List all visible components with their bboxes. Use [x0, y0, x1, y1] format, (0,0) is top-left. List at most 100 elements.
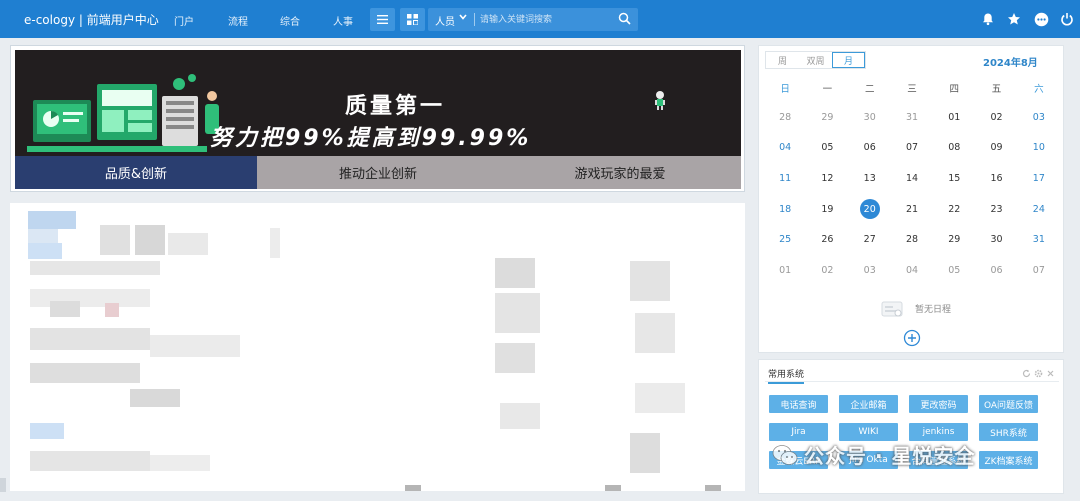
calendar-widget: 周 双周 月 2024年8月 日 一 二 三 四 五 六 28 29 30 31… [758, 45, 1064, 353]
system-button[interactable]: 电话查询 [769, 395, 828, 413]
add-event-icon[interactable] [903, 329, 921, 347]
chevron-down-icon[interactable] [459, 14, 467, 20]
favorites-button[interactable] [1006, 11, 1022, 27]
system-button[interactable]: jenkins [909, 423, 968, 441]
calendar-day[interactable]: 12 [806, 163, 848, 194]
system-button[interactable]: ZK档案系统 [979, 451, 1038, 469]
view-tab-week[interactable]: 周 [766, 52, 799, 68]
calendar-day-today[interactable]: 20 [849, 194, 891, 225]
calendar-day[interactable]: 24 [1018, 194, 1060, 225]
calendar-day[interactable]: 17 [1018, 163, 1060, 194]
nav-portal[interactable]: 门户 [174, 13, 194, 28]
notification-button[interactable] [980, 11, 996, 27]
calendar-day[interactable]: 29 [806, 102, 848, 133]
calendar-day[interactable]: 07 [891, 133, 933, 164]
calendar-day[interactable]: 04 [891, 255, 933, 286]
search-divider [474, 13, 475, 26]
calendar-day[interactable]: 22 [933, 194, 975, 225]
pixel-block [50, 301, 80, 317]
widget-tools [1022, 369, 1055, 378]
calendar-day[interactable]: 21 [891, 194, 933, 225]
calendar-day[interactable]: 01 [933, 102, 975, 133]
calendar-day[interactable]: 31 [1018, 224, 1060, 255]
calendar-day[interactable]: 03 [1018, 102, 1060, 133]
search-icon[interactable] [618, 12, 631, 25]
calendar-month-title[interactable]: 2024年8月 [983, 54, 1038, 69]
system-button[interactable]: SHR系统 [979, 423, 1038, 441]
menu-button[interactable] [370, 8, 395, 31]
pixel-block [28, 243, 62, 259]
more-button[interactable] [1033, 11, 1049, 27]
calendar-day[interactable]: 30 [975, 224, 1017, 255]
page-scrollbar[interactable] [1068, 45, 1076, 491]
banner-tab-gamers[interactable]: 游戏玩家的最爱 [499, 156, 741, 189]
calendar-day[interactable]: 02 [975, 102, 1017, 133]
calendar-day[interactable]: 05 [806, 133, 848, 164]
calendar-day[interactable]: 04 [764, 133, 806, 164]
weekday-header: 日 一 二 三 四 五 六 [764, 74, 1060, 102]
view-tab-month[interactable]: 月 [832, 52, 865, 68]
system-button[interactable]: WIKI [839, 423, 898, 441]
calendar-day[interactable]: 11 [764, 163, 806, 194]
pixel-block [30, 423, 64, 439]
system-button[interactable]: OA问题反馈 [979, 395, 1038, 413]
left-edge-handle[interactable] [0, 478, 6, 492]
refresh-icon[interactable] [1022, 369, 1031, 378]
apps-button[interactable] [400, 8, 425, 31]
title-divider [765, 381, 1059, 382]
calendar-day[interactable]: 18 [764, 194, 806, 225]
calendar-day[interactable]: 01 [764, 255, 806, 286]
power-icon [1061, 13, 1073, 26]
star-icon [1008, 13, 1020, 25]
calendar-day[interactable]: 10 [1018, 133, 1060, 164]
banner-tab-quality[interactable]: 品质&创新 [15, 156, 257, 189]
close-icon[interactable] [1046, 369, 1055, 378]
pixel-block [30, 363, 140, 383]
pixel-block [405, 485, 421, 491]
calendar-day[interactable]: 31 [891, 102, 933, 133]
calendar-day[interactable]: 23 [975, 194, 1017, 225]
app-brand[interactable]: e-cology | 前端用户中心 [24, 11, 159, 28]
system-button[interactable]: Jira [769, 423, 828, 441]
calendar-day[interactable]: 06 [849, 133, 891, 164]
calendar-day[interactable]: 16 [975, 163, 1017, 194]
calendar-day[interactable]: 28 [764, 102, 806, 133]
calendar-day[interactable]: 15 [933, 163, 975, 194]
calendar-day[interactable]: 14 [891, 163, 933, 194]
common-systems-widget: 常用系统 电话查询 企业邮箱 更改密码 OA问题反馈 Jira WIKI jen… [758, 359, 1064, 494]
calendar-day[interactable]: 07 [1018, 255, 1060, 286]
calendar-day[interactable]: 02 [806, 255, 848, 286]
nav-workflow[interactable]: 流程 [228, 13, 248, 28]
calendar-day[interactable]: 26 [806, 224, 848, 255]
pixel-block [635, 383, 685, 413]
logout-button[interactable] [1059, 11, 1075, 27]
search-category[interactable]: 人员 [435, 13, 455, 28]
calendar-day[interactable]: 25 [764, 224, 806, 255]
system-button[interactable]: 更改密码 [909, 395, 968, 413]
calendar-day[interactable]: 30 [849, 102, 891, 133]
calendar-day[interactable]: 03 [849, 255, 891, 286]
pixel-block [28, 229, 58, 243]
gear-icon[interactable] [1034, 369, 1043, 378]
calendar-day[interactable]: 27 [849, 224, 891, 255]
system-button[interactable]: 企业邮箱 [839, 395, 898, 413]
calendar-day[interactable]: 05 [933, 255, 975, 286]
calendar-day[interactable]: 06 [975, 255, 1017, 286]
banner-tab-innovation[interactable]: 推动企业创新 [257, 156, 499, 189]
view-tab-biweek[interactable]: 双周 [799, 52, 832, 68]
nav-general[interactable]: 综合 [280, 13, 300, 28]
today-marker[interactable]: 20 [859, 199, 880, 220]
pixel-block [150, 455, 210, 471]
search-input[interactable] [480, 11, 612, 28]
nav-hr[interactable]: 人事 [333, 13, 353, 28]
calendar-day[interactable]: 28 [891, 224, 933, 255]
calendar-day[interactable]: 13 [849, 163, 891, 194]
calendar-day[interactable]: 19 [806, 194, 848, 225]
calendar-day[interactable]: 08 [933, 133, 975, 164]
pixel-block [495, 343, 535, 373]
calendar-week: 18 19 20 21 22 23 24 [764, 194, 1060, 225]
calendar-day[interactable]: 09 [975, 133, 1017, 164]
banner-headline: 质量第一 [345, 94, 446, 119]
calendar-day[interactable]: 29 [933, 224, 975, 255]
banner-slide[interactable]: 质量第一 努力把99%提高到99.99% [15, 50, 741, 156]
